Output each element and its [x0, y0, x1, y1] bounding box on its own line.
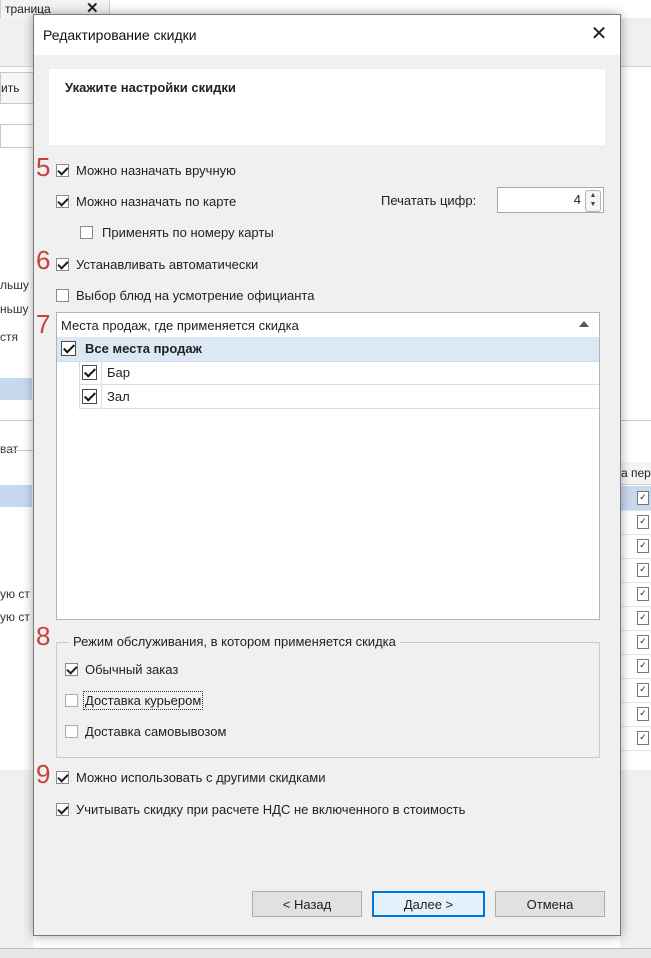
background-text: ую ст: [0, 610, 30, 624]
back-button[interactable]: < Назад: [252, 891, 362, 917]
auto-apply-checkbox[interactable]: [56, 258, 69, 271]
table-row[interactable]: ✓: [620, 654, 651, 679]
print-digits-label: Печатать цифр:: [381, 193, 477, 208]
sale-places-header[interactable]: Места продаж, где применяется скидка: [57, 313, 599, 338]
by-card-number-label: Применять по номеру карты: [102, 225, 274, 240]
background-selected-row: [0, 378, 32, 400]
by-card-label: Можно назначать по карте: [76, 194, 237, 209]
table-row[interactable]: ✓: [620, 678, 651, 703]
table-row[interactable]: ✓: [620, 606, 651, 631]
table-row[interactable]: ✓: [620, 558, 651, 583]
service-mode-title: Режим обслуживания, в котором применяетс…: [69, 634, 400, 649]
checkbox-icon[interactable]: ✓: [637, 515, 649, 529]
next-button[interactable]: Далее >: [372, 891, 485, 917]
list-item[interactable]: Бар: [57, 361, 599, 385]
background-text: ую ст: [0, 587, 30, 601]
checkbox-icon[interactable]: ✓: [637, 587, 649, 601]
checkbox-icon[interactable]: ✓: [637, 731, 649, 745]
collapse-arrow-icon[interactable]: [579, 321, 589, 327]
background-grid-row: [0, 485, 32, 507]
checkbox-icon[interactable]: ✓: [637, 635, 649, 649]
cell: [101, 361, 599, 385]
table-row[interactable]: ✓: [620, 582, 651, 607]
cell: [101, 385, 599, 409]
manual-assign-checkbox[interactable]: [56, 164, 69, 177]
place-hall-label: Зал: [107, 389, 130, 404]
combine-discounts-label: Можно использовать с другими скидками: [76, 770, 326, 785]
checkbox-icon[interactable]: ✓: [637, 611, 649, 625]
table-row[interactable]: ✓: [620, 534, 651, 559]
checkbox-icon[interactable]: ✓: [637, 707, 649, 721]
auto-apply-label: Устанавливать автоматически: [76, 257, 259, 272]
checkbox-icon[interactable]: ✓: [637, 491, 649, 505]
table-row[interactable]: ✓: [620, 486, 651, 511]
spin-arrows-icon[interactable]: ▲ ▼: [585, 190, 601, 212]
place-hall-checkbox[interactable]: [82, 389, 97, 404]
combine-discounts-checkbox[interactable]: [56, 771, 69, 784]
table-row[interactable]: ✓: [620, 630, 651, 655]
place-bar-label: Бар: [107, 365, 130, 380]
all-places-checkbox[interactable]: [61, 341, 76, 356]
vat-checkbox[interactable]: [56, 803, 69, 816]
background-column-header: а пер: [620, 462, 651, 485]
all-places-label: Все места продаж: [85, 341, 202, 356]
pickup-delivery-checkbox[interactable]: [65, 725, 78, 738]
edit-discount-dialog: Редактирование скидки ✕ Укажите настройк…: [33, 14, 621, 936]
step-marker: 8: [36, 621, 51, 651]
step-marker: 6: [36, 245, 51, 275]
step-marker: 9: [36, 759, 51, 789]
waiter-choice-label: Выбор блюд на усмотрение официанта: [76, 288, 315, 303]
list-item[interactable]: Зал: [57, 385, 599, 409]
background-text: льшу: [0, 278, 29, 292]
checkbox-icon[interactable]: ✓: [637, 659, 649, 673]
waiter-choice-checkbox[interactable]: [56, 289, 69, 302]
background-text: стя: [0, 330, 18, 344]
step-marker: 7: [36, 309, 51, 339]
place-bar-checkbox[interactable]: [82, 365, 97, 380]
regular-order-checkbox[interactable]: [65, 663, 78, 676]
sale-places-panel: Места продаж, где применяется скидка Все…: [56, 312, 600, 620]
sale-places-title: Места продаж, где применяется скидка: [61, 318, 299, 333]
list-item[interactable]: Все места продаж: [57, 337, 599, 362]
cancel-button[interactable]: Отмена: [495, 891, 605, 917]
print-digits-value[interactable]: 4: [574, 192, 581, 207]
pickup-delivery-label: Доставка самовывозом: [85, 724, 227, 739]
dialog-title: Редактирование скидки: [43, 27, 197, 43]
background-column-label: а пер: [621, 466, 651, 480]
background-button-label: ить: [1, 81, 20, 95]
close-icon[interactable]: ✕: [584, 20, 614, 50]
background-text: ват: [0, 442, 19, 456]
step-marker: 5: [36, 152, 51, 182]
divider: [0, 450, 33, 451]
regular-order-label: Обычный заказ: [85, 662, 179, 677]
courier-delivery-checkbox[interactable]: [65, 694, 78, 707]
background-input[interactable]: [0, 124, 34, 148]
service-mode-group: Режим обслуживания, в котором применяетс…: [56, 634, 600, 758]
table-row[interactable]: ✓: [620, 726, 651, 751]
print-digits-stepper[interactable]: 4 ▲ ▼: [497, 187, 604, 213]
background-text: ньшу: [0, 302, 29, 316]
table-row[interactable]: ✓: [620, 510, 651, 535]
by-card-number-checkbox[interactable]: [80, 226, 93, 239]
background-panel: [620, 770, 651, 950]
checkbox-icon[interactable]: ✓: [637, 563, 649, 577]
wizard-header-title: Укажите настройки скидки: [65, 80, 236, 95]
wizard-header-panel: Укажите настройки скидки: [49, 69, 605, 145]
checkbox-icon[interactable]: ✓: [637, 683, 649, 697]
vat-label: Учитывать скидку при расчете НДС не вклю…: [76, 802, 466, 817]
checkbox-icon[interactable]: ✓: [637, 539, 649, 553]
background-button[interactable]: ить: [0, 72, 34, 104]
table-row[interactable]: ✓: [620, 702, 651, 727]
background-panel: [0, 770, 33, 950]
by-card-checkbox[interactable]: [56, 195, 69, 208]
manual-assign-label: Можно назначать вручную: [76, 163, 236, 178]
courier-delivery-label: Доставка курьером: [82, 691, 204, 710]
dialog-titlebar: Редактирование скидки ✕: [34, 15, 620, 55]
